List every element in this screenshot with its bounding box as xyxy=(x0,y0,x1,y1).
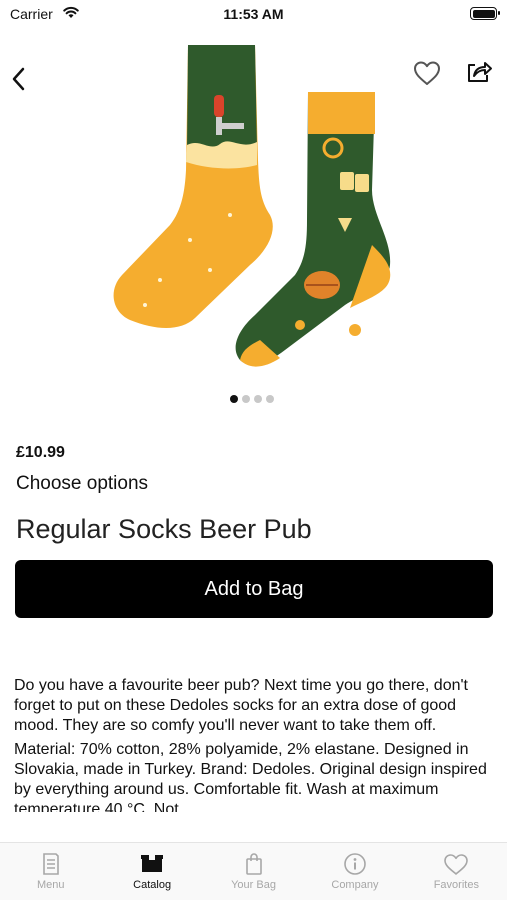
catalog-box-icon xyxy=(141,855,164,872)
heart-icon xyxy=(444,854,469,875)
tab-label: Catalog xyxy=(133,879,172,891)
heart-icon xyxy=(414,61,440,85)
description-text: Do you have a favourite beer pub? Next t… xyxy=(14,677,468,734)
tab-company[interactable]: Company xyxy=(304,843,405,900)
menu-book-icon xyxy=(42,853,59,875)
share-button[interactable] xyxy=(464,56,494,86)
tab-menu[interactable]: Menu xyxy=(0,843,101,900)
tab-your-bag[interactable]: Your Bag xyxy=(203,843,304,900)
tab-label: Menu xyxy=(36,879,65,891)
product-image[interactable] xyxy=(100,40,410,390)
tab-label: Company xyxy=(331,879,379,891)
details-text: Material: 70% cotton, 28% polyamide, 2% … xyxy=(14,741,487,812)
pager-dot[interactable] xyxy=(242,395,250,403)
bag-icon xyxy=(245,853,262,875)
left-sock xyxy=(113,45,273,328)
product-description: Do you have a favourite beer pub? Next t… xyxy=(14,676,494,816)
product-title: Regular Socks Beer Pub xyxy=(16,514,312,544)
add-to-bag-button[interactable]: Add to Bag xyxy=(15,560,493,618)
image-pager[interactable] xyxy=(230,395,274,403)
share-icon xyxy=(468,62,492,82)
pager-dot[interactable] xyxy=(266,395,274,403)
choose-options-link[interactable]: Choose options xyxy=(16,473,148,495)
back-button[interactable] xyxy=(8,64,30,94)
tab-favorites[interactable]: Favorites xyxy=(406,843,507,900)
favorite-button[interactable] xyxy=(412,59,442,87)
tab-label: Favorites xyxy=(433,879,479,891)
product-price: £10.99 xyxy=(16,444,65,461)
tab-bar: Menu Catalog Your Bag Company Favorites xyxy=(0,842,507,900)
status-bar: Carrier 11:53 AM xyxy=(0,0,507,30)
tab-catalog[interactable]: Catalog xyxy=(101,843,202,900)
info-icon xyxy=(344,853,366,875)
tab-label: Your Bag xyxy=(231,879,276,891)
clock: 11:53 AM xyxy=(223,6,284,22)
pager-dot[interactable] xyxy=(230,395,238,403)
pager-dot[interactable] xyxy=(254,395,262,403)
battery-icon xyxy=(470,7,500,20)
chevron-left-icon xyxy=(12,67,25,91)
